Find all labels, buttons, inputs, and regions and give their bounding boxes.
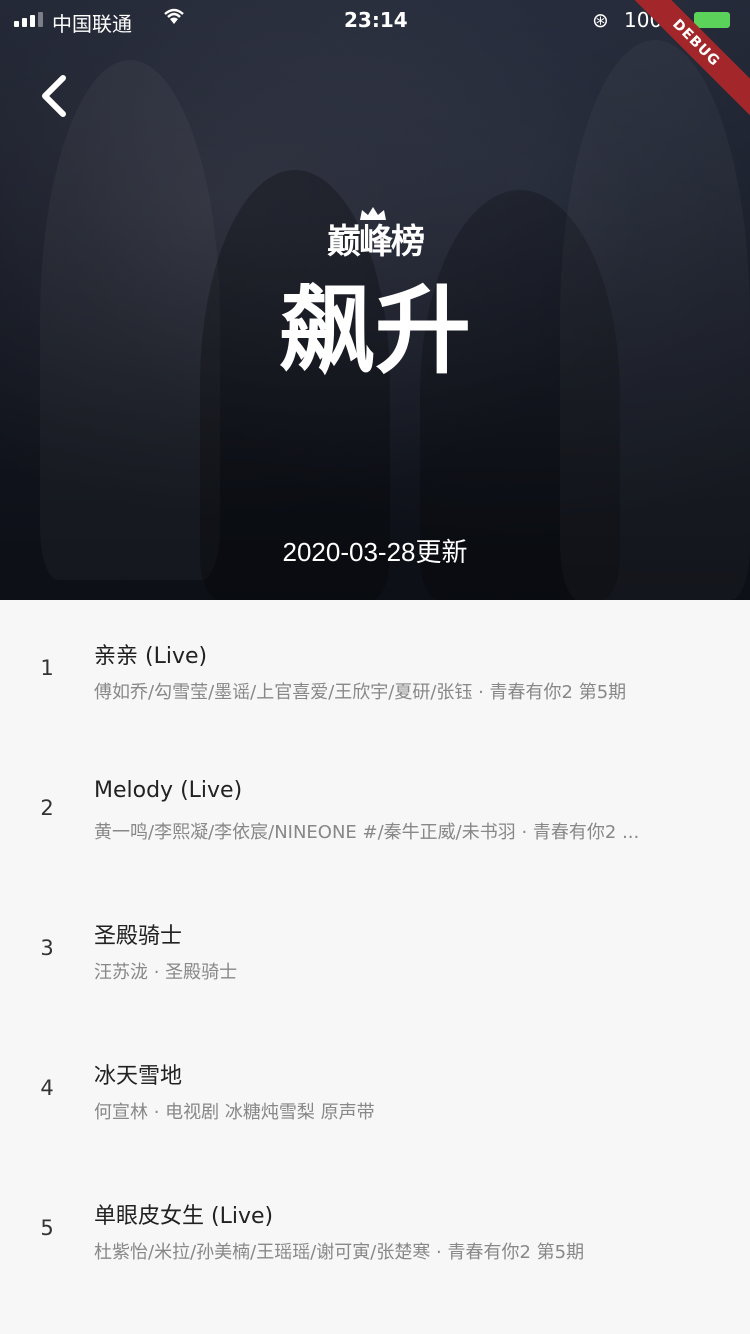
carrier-label: 中国联通 [52,12,132,36]
song-list: 1 亲亲 (Live) 傅如乔/勾雪莹/墨谣/上官喜爱/王欣宇/夏研/张钰 · … [0,600,750,1300]
battery-icon [694,12,730,28]
chart-title: 飙升 [279,275,471,387]
song-rank: 1 [40,656,54,680]
song-rank: 3 [40,936,54,960]
song-title: 亲亲 (Live) [94,644,208,669]
song-rank: 2 [40,796,54,820]
song-rank: 4 [40,1076,54,1100]
chart-logo: 巅峰榜 [327,222,425,262]
back-button[interactable] [30,72,78,120]
song-row[interactable]: 1 亲亲 (Live) 傅如乔/勾雪莹/墨谣/上官喜爱/王欣宇/夏研/张钰 · … [0,600,750,740]
song-row[interactable]: 2 Melody (Live) 黄一鸣/李熙凝/李依宸/NINEONE #/秦牛… [0,740,750,880]
song-meta: 杜紫怡/米拉/孙美楠/王瑶瑶/谢可寅/张楚寒 · 青春有你2 第5期 [94,1242,585,1263]
song-row[interactable]: 4 冰天雪地 何宣林 · 电视剧 冰糖炖雪梨 原声带 [0,1020,750,1160]
status-bar: 中国联通 23:14 ⊛ 100% [0,0,750,40]
chart-header-banner: 中国联通 23:14 ⊛ 100% DEBUG 巅峰榜 飙升 2020-03-2… [0,0,750,600]
song-title: Melody (Live) [94,778,243,803]
signal-icon [14,12,43,27]
clock: 23:14 [344,8,408,32]
song-row[interactable]: 3 圣殿骑士 汪苏泷 · 圣殿骑士 [0,880,750,1020]
song-title: 圣殿骑士 [94,924,183,949]
song-title: 单眼皮女生 (Live) [94,1204,274,1229]
song-title: 冰天雪地 [94,1064,183,1089]
chevron-left-icon [42,75,66,117]
song-meta: 何宣林 · 电视剧 冰糖炖雪梨 原声带 [94,1102,375,1123]
song-meta: 傅如乔/勾雪莹/墨谣/上官喜爱/王欣宇/夏研/张钰 · 青春有你2 第5期 [94,682,627,703]
song-rank: 5 [40,1216,54,1240]
wifi-icon [162,6,186,32]
update-date: 2020-03-28更新 [282,537,468,567]
song-meta: 黄一鸣/李熙凝/李依宸/NINEONE #/秦牛正威/未书羽 · 青春有你2 .… [94,822,640,843]
orientation-lock-icon: ⊛ [592,8,609,32]
song-meta: 汪苏泷 · 圣殿骑士 [94,962,238,983]
song-row[interactable]: 5 单眼皮女生 (Live) 杜紫怡/米拉/孙美楠/王瑶瑶/谢可寅/张楚寒 · … [0,1160,750,1300]
